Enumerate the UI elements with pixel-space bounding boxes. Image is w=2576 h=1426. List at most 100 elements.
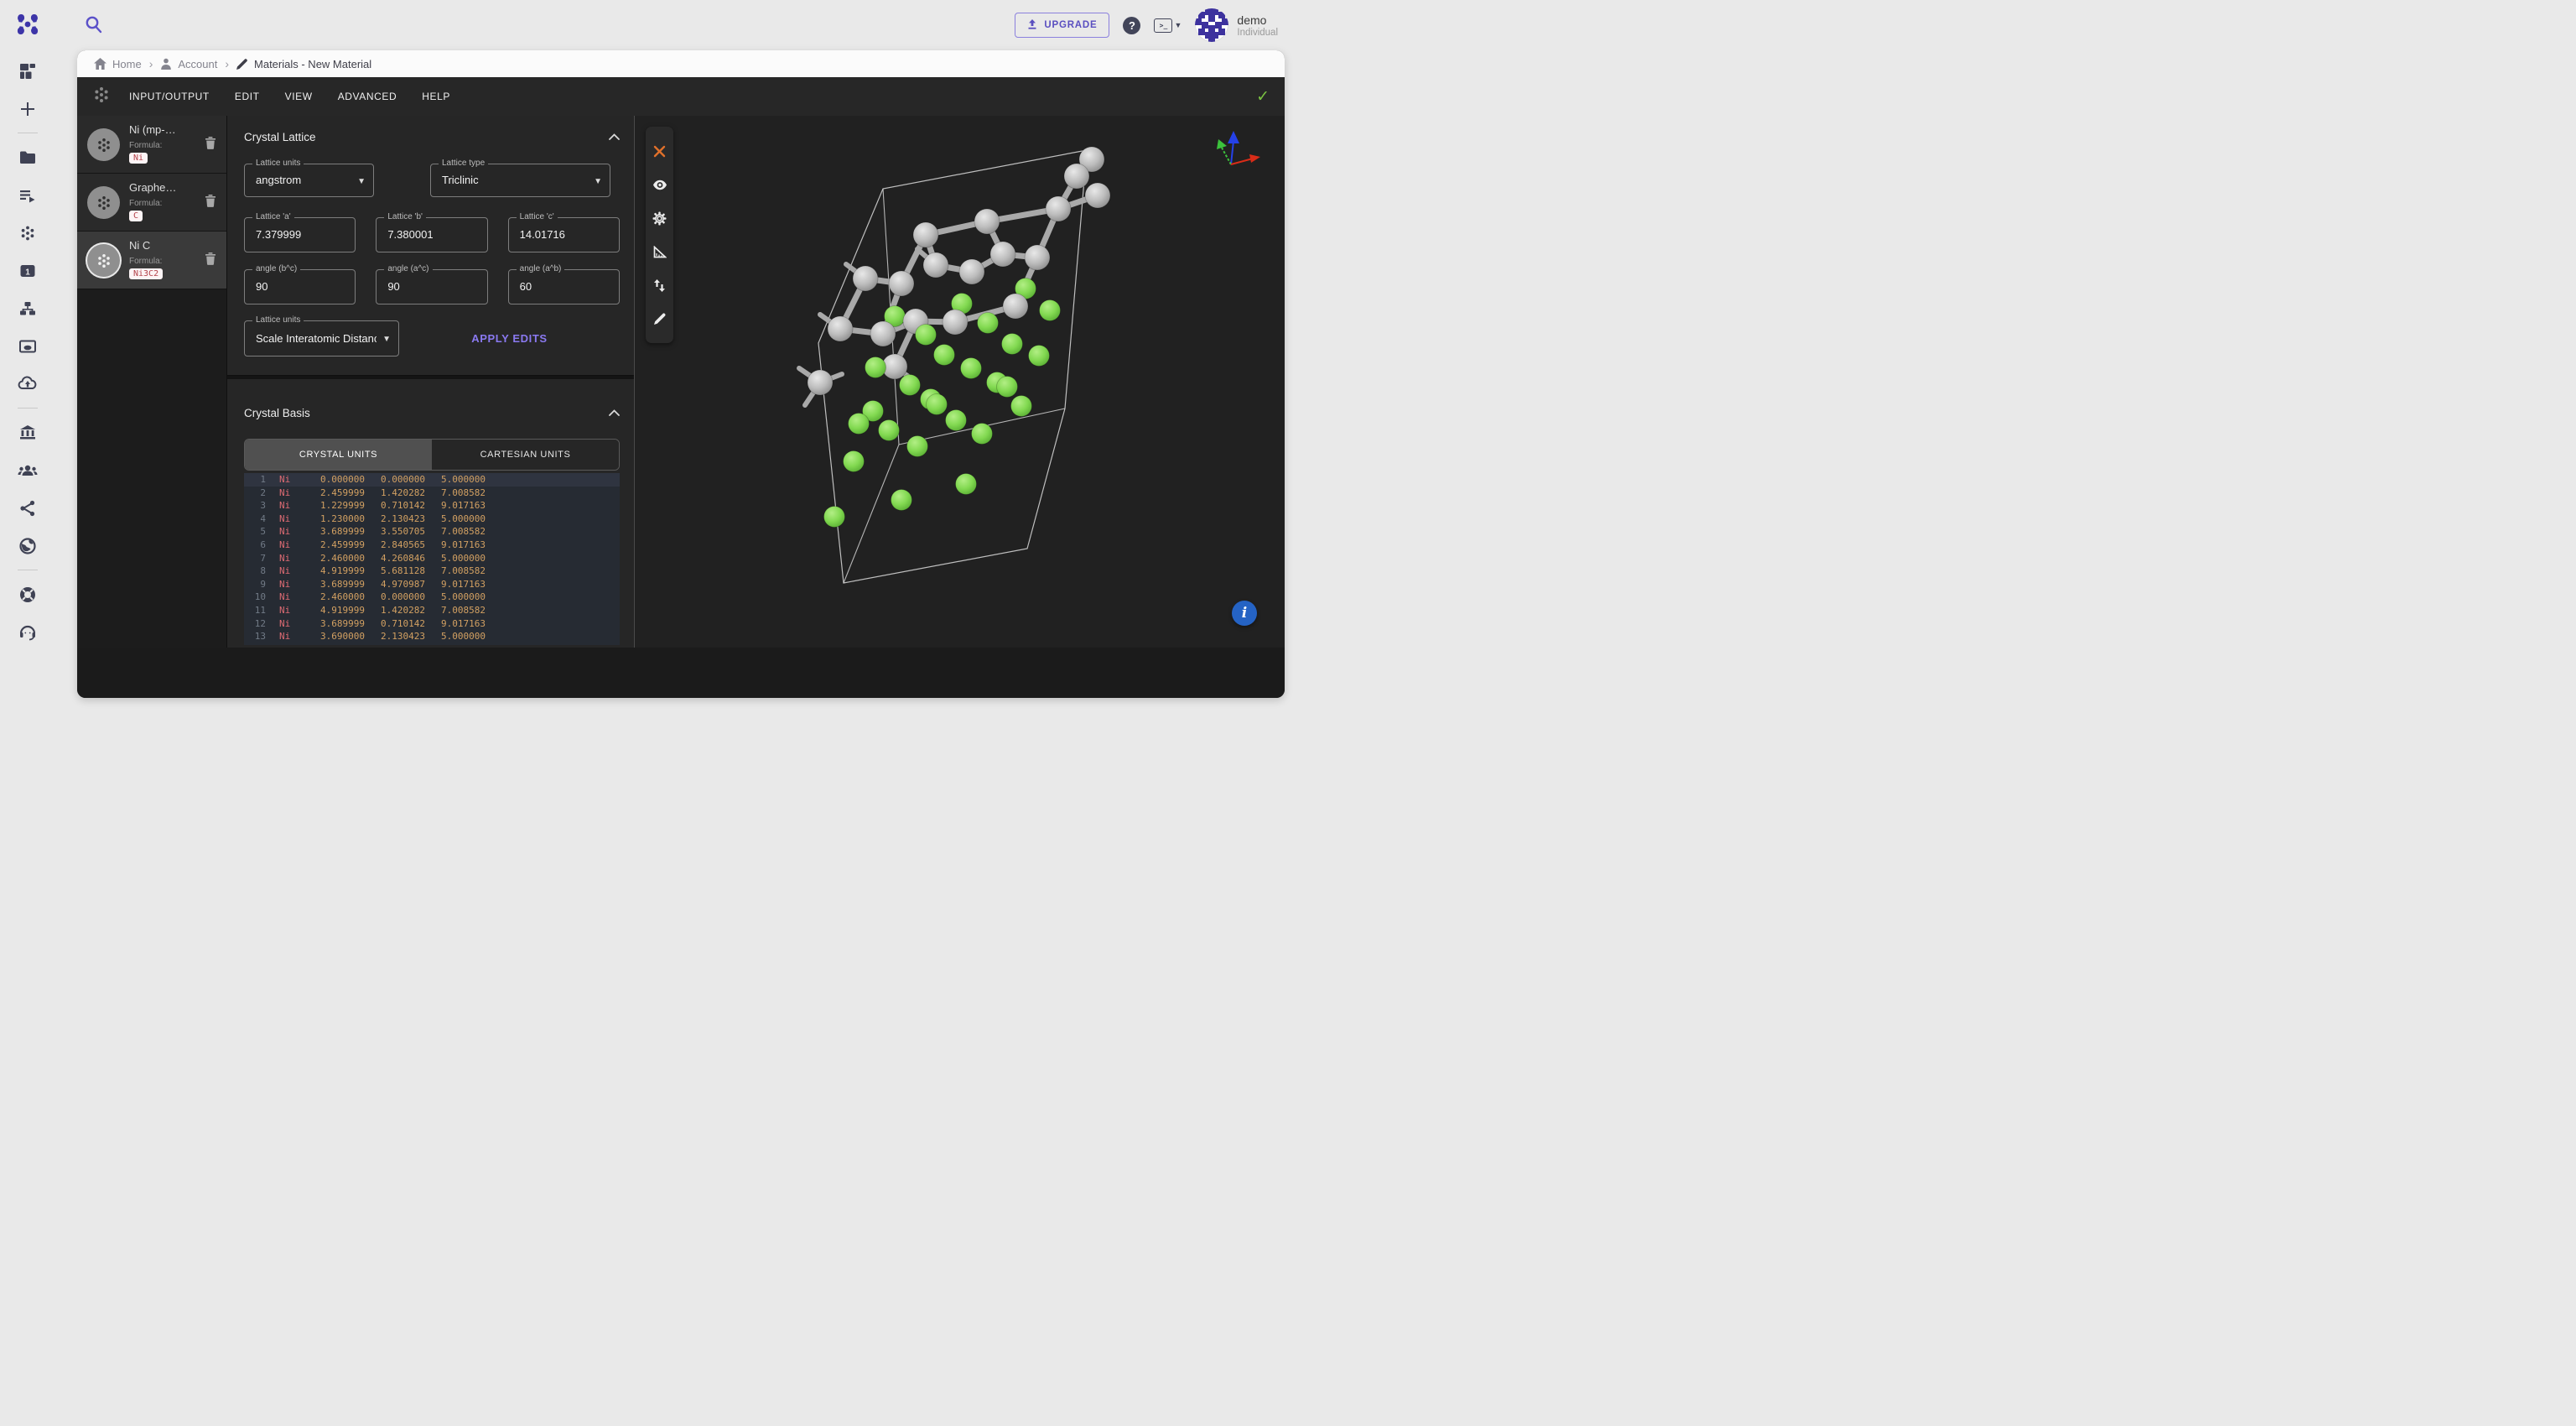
delete-material-icon[interactable] [205,252,216,269]
carbon-atom[interactable] [853,266,878,291]
viewer-tool-settings-icon[interactable] [651,209,669,227]
nickel-atom[interactable] [1011,396,1032,417]
carbon-atom[interactable] [1025,245,1050,270]
viewer-tool-ruler-icon[interactable] [651,242,669,261]
nickel-atom[interactable] [946,410,967,431]
basis-row[interactable]: 4Ni1.2300002.1304235.000000 [244,513,620,526]
basis-row[interactable]: 14Ni6.1499993.5507057.008582 [244,643,620,645]
nickel-atom[interactable] [934,345,955,366]
nickel-atom[interactable] [1040,300,1061,321]
angle-gamma-input[interactable]: angle (a^b) 60 [508,269,620,304]
material-list-item[interactable]: Graphe…Formula:C [77,174,226,232]
sidebar-item-folder[interactable] [13,143,42,172]
material-list-item[interactable]: Ni CFormula:Ni3C2 [77,232,226,289]
carbon-atom[interactable] [923,252,948,278]
delete-material-icon[interactable] [205,194,216,211]
nickel-atom[interactable] [956,474,977,495]
nickel-atom[interactable] [1002,334,1023,355]
viewer-tool-edit-icon[interactable] [651,310,669,328]
nickel-atom[interactable] [900,375,921,396]
nickel-atom[interactable] [961,358,982,379]
basis-row[interactable]: 5Ni3.6899993.5507057.008582 [244,525,620,539]
basis-row[interactable]: 7Ni2.4600004.2608465.000000 [244,552,620,565]
nickel-atom[interactable] [891,490,912,511]
nickel-atom[interactable] [865,357,886,378]
basis-row[interactable]: 13Ni3.6900002.1304235.000000 [244,630,620,643]
nickel-atom[interactable] [824,507,845,528]
scale-units-select[interactable]: Lattice units Scale Interatomic Distanc…… [244,320,399,356]
carbon-atom[interactable] [1085,183,1110,208]
nickel-atom[interactable] [1029,346,1050,367]
tab-cartesian-units[interactable]: CARTESIAN UNITS [432,440,619,470]
material-list-item[interactable]: Ni (mp-…Formula:Ni [77,116,226,174]
carbon-atom[interactable] [1003,294,1028,319]
basis-row[interactable]: 11Ni4.9199991.4202827.008582 [244,604,620,617]
carbon-atom[interactable] [974,209,1000,234]
nickel-atom[interactable] [997,377,1018,398]
viewer-tool-visibility-icon[interactable] [651,175,669,194]
carbon-atom[interactable] [828,316,853,341]
collapse-chevron-icon[interactable] [609,129,620,144]
menu-item-help[interactable]: HELP [422,91,450,102]
sidebar-item-add[interactable] [13,95,42,123]
carbon-atom[interactable] [1064,164,1089,189]
sidebar-item-share[interactable] [13,494,42,523]
basis-row[interactable]: 12Ni3.6899990.7101429.017163 [244,617,620,631]
console-menu-button[interactable]: >_ ▼ [1154,18,1182,33]
carbon-atom[interactable] [808,370,833,395]
help-icon[interactable]: ? [1123,17,1140,34]
menu-item-view[interactable]: VIEW [285,91,313,102]
sidebar-item-dashboard[interactable] [13,57,42,86]
menu-item-input-output[interactable]: INPUT/OUTPUT [129,91,210,102]
nickel-atom[interactable] [972,424,993,445]
breadcrumb-home[interactable]: Home [94,58,142,70]
breadcrumb-account[interactable]: Account [160,58,217,70]
sidebar-item-media[interactable] [13,332,42,361]
lattice-type-select[interactable]: Lattice type Triclinic ▼ [430,164,610,197]
sidebar-item-bank-one[interactable]: 1 [13,257,42,285]
menu-item-advanced[interactable]: ADVANCED [338,91,397,102]
sidebar-item-jobs[interactable] [13,181,42,210]
apply-edits-button[interactable]: APPLY EDITS [399,332,620,345]
viewer-tool-close-icon[interactable] [651,142,669,160]
nickel-atom[interactable] [927,394,948,415]
angle-beta-input[interactable]: angle (a^c) 90 [376,269,487,304]
sidebar-item-workflows[interactable] [13,294,42,323]
app-logo[interactable] [14,11,41,42]
collapse-chevron-icon[interactable] [609,405,620,420]
basis-row[interactable]: 2Ni2.4599991.4202827.008582 [244,487,620,500]
menu-item-edit[interactable]: EDIT [235,91,260,102]
sidebar-item-upload[interactable] [13,370,42,398]
info-button[interactable]: i [1232,601,1257,626]
upgrade-button[interactable]: UPGRADE [1015,13,1109,38]
basis-row[interactable]: 3Ni1.2299990.7101429.017163 [244,499,620,513]
basis-row[interactable]: 10Ni2.4600000.0000005.000000 [244,591,620,604]
carbon-atom[interactable] [943,310,968,335]
carbon-atom[interactable] [1046,196,1071,221]
search-icon[interactable] [83,14,105,36]
nickel-atom[interactable] [844,451,865,472]
delete-material-icon[interactable] [205,136,216,154]
nickel-atom[interactable] [879,420,900,441]
sidebar-item-institution[interactable] [13,419,42,447]
nickel-atom[interactable] [907,436,928,457]
structure-viewer-3d[interactable]: i [635,116,1285,648]
carbon-atom[interactable] [990,242,1015,267]
nickel-atom[interactable] [978,313,999,334]
basis-row[interactable]: 8Ni4.9199995.6811287.008582 [244,565,620,578]
carbon-atom[interactable] [870,321,896,346]
user-menu[interactable]: demo Individual [1195,8,1278,42]
angle-alpha-input[interactable]: angle (b^c) 90 [244,269,356,304]
carbon-atom[interactable] [889,271,914,296]
nickel-atom[interactable] [849,414,870,435]
carbon-atom[interactable] [913,222,938,247]
tab-crystal-units[interactable]: CRYSTAL UNITS [245,440,432,470]
viewer-tool-swap-vert-icon[interactable] [651,276,669,294]
lattice-b-input[interactable]: Lattice 'b' 7.380001 [376,217,487,252]
carbon-atom[interactable] [959,259,984,284]
sidebar-item-contact[interactable] [13,618,42,647]
nickel-atom[interactable] [916,325,937,346]
sidebar-item-globe[interactable] [13,532,42,560]
basis-row[interactable]: 6Ni2.4599992.8405659.017163 [244,539,620,552]
saved-check-icon[interactable]: ✓ [1256,87,1270,107]
